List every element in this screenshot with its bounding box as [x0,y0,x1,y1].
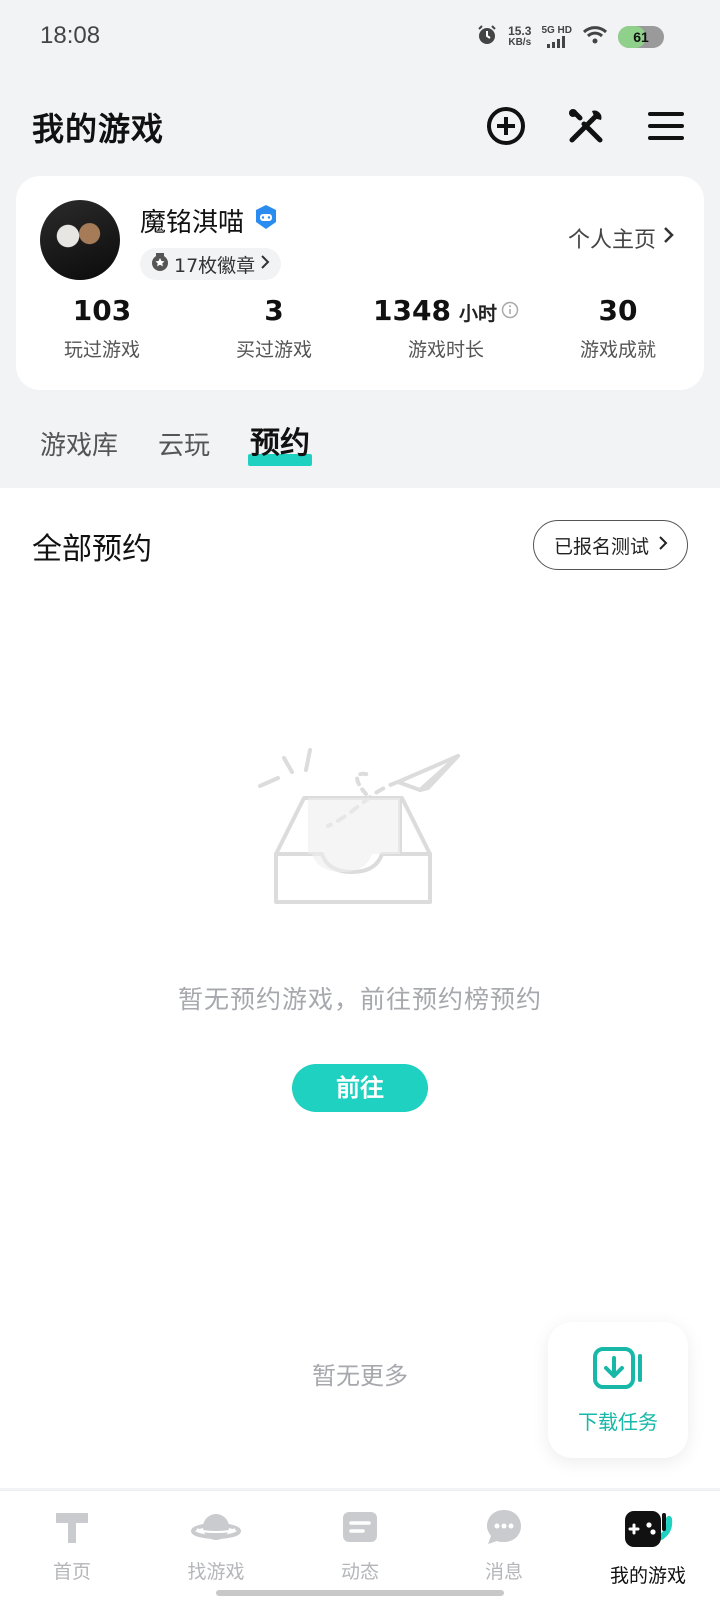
medal-icon [150,252,170,277]
signal-icon [546,36,565,48]
empty-inbox-illustration [256,746,476,936]
registered-tests-button[interactable]: 已报名测试 [532,520,688,570]
badges-pill[interactable]: 17枚徽章 [140,248,282,280]
download-icon [592,1346,644,1394]
tab-label: 预约 [250,426,311,461]
nav-label: 消息 [484,1561,523,1583]
stat-label: 游戏时长 [407,339,484,361]
battery-indicator: 61 [618,26,664,48]
profile-link-label: 个人主页 [567,228,656,253]
profile-link[interactable]: 个人主页 [568,222,676,254]
stat-unit: 小时 [458,303,497,325]
home-indicator[interactable] [216,1590,504,1596]
nav-home[interactable]: 首页 [0,1491,144,1600]
stat-value: 30 [598,294,638,327]
nav-label: 找游戏 [187,1561,245,1583]
stat-label: 买过游戏 [235,339,312,361]
stat-games-bought[interactable]: 3 买过游戏 [188,294,360,362]
tab-bar: 游戏库 云玩 预约 [40,418,313,466]
go-button[interactable]: 前往 [292,1064,428,1112]
chevron-right-icon [662,225,676,251]
badges-label: 17枚徽章 [174,254,256,277]
alarm-icon [476,24,498,50]
nav-label: 动态 [340,1561,379,1583]
stat-value: 1348 [373,294,451,327]
status-time: 18:08 [40,22,101,49]
chevron-right-icon [657,534,669,557]
home-icon [52,1507,92,1551]
stat-value: 103 [72,294,132,327]
download-label: 下载任务 [578,1409,658,1434]
stat-games-played[interactable]: 103 玩过游戏 [16,294,188,362]
stat-achievements[interactable]: 30 游戏成就 [532,294,704,362]
gamepad-icon [623,1507,673,1555]
tab-game-library[interactable]: 游戏库 [40,425,118,462]
username-row[interactable]: 魔铭淇喵 [140,202,280,239]
nav-label: 我的游戏 [609,1565,686,1587]
avatar[interactable] [40,200,120,280]
nav-messages[interactable]: 消息 [432,1491,576,1600]
username: 魔铭淇喵 [140,208,245,238]
stat-label: 玩过游戏 [63,339,140,361]
battery-level: 61 [633,29,649,45]
stat-label: 游戏成就 [579,339,656,361]
nav-find-games[interactable]: 找游戏 [144,1491,288,1600]
nav-my-games[interactable]: 我的游戏 [576,1491,720,1600]
tools-icon[interactable] [564,104,608,148]
tab-reservations[interactable]: 预约 [248,418,313,466]
network-speed-value: 15.3 [508,24,532,38]
planet-icon [191,1507,241,1551]
add-circle-icon[interactable] [484,104,528,148]
section-title: 全部预约 [32,532,152,567]
stat-value: 3 [264,294,284,327]
chevron-right-icon [259,253,271,275]
network-speed-unit: KB/s [508,37,532,48]
menu-icon[interactable] [644,104,688,148]
header-actions [484,104,688,148]
feed-icon [340,1507,380,1551]
empty-message: 暂无预约游戏，前往预约榜预约 [177,985,542,1014]
registered-tests-label: 已报名测试 [553,535,649,558]
bottom-nav: 首页 找游戏 动态 消息 我的游戏 [0,1490,720,1600]
nav-feed[interactable]: 动态 [288,1491,432,1600]
nav-label: 首页 [52,1561,91,1583]
signal-group: 5G HD [541,26,572,48]
network-speed: 15.3 KB/s [508,25,531,49]
status-icons: 15.3 KB/s 5G HD 61 [476,24,664,50]
stat-play-time[interactable]: 1348 小时 游戏时长 [360,294,532,362]
verified-gamer-icon [252,203,280,238]
message-icon [484,1507,524,1551]
page-title: 我的游戏 [32,110,165,148]
network-type: 5G HD [541,25,572,36]
stats-row: 103 玩过游戏 3 买过游戏 1348 小时 游戏时长 30 游戏成就 [16,294,704,362]
info-icon[interactable] [501,301,519,324]
wifi-icon [582,25,608,49]
tab-label: 云玩 [158,431,211,461]
tab-cloud-play[interactable]: 云玩 [158,425,210,462]
profile-card: 魔铭淇喵 17枚徽章 个人主页 103 玩过游戏 3 买过游戏 1348 小时 … [16,176,704,390]
stat-unit-row: 小时 [459,299,519,326]
tab-label: 游戏库 [40,431,119,461]
download-tasks-button[interactable]: 下载任务 [548,1322,688,1458]
